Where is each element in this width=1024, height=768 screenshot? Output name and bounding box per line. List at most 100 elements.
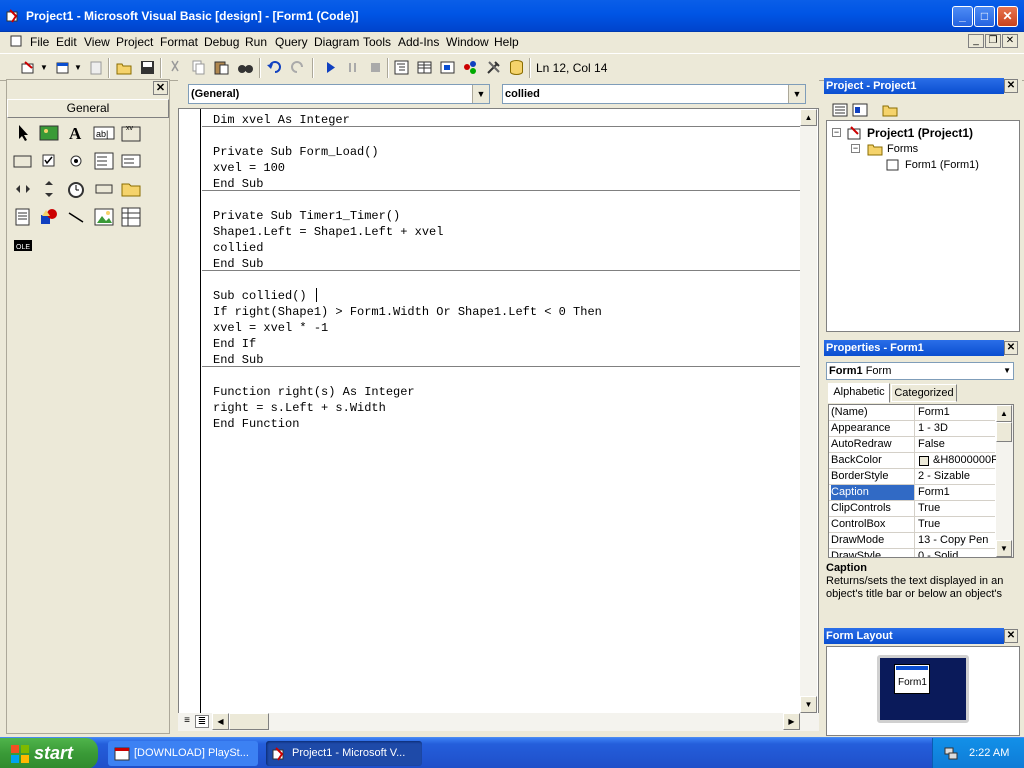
chevron-down-icon[interactable]: ▼ <box>1003 363 1011 379</box>
mdi-close-button[interactable]: ✕ <box>1002 34 1018 48</box>
scroll-up-button[interactable]: ▲ <box>800 109 817 126</box>
view-object-icon[interactable] <box>852 102 868 118</box>
property-row[interactable]: BorderStyle 2 - Sizable <box>829 469 995 485</box>
cut-icon[interactable] <box>167 59 184 76</box>
property-row-selected[interactable]: Caption Form1 <box>829 485 995 501</box>
property-value[interactable]: False <box>918 437 996 452</box>
form1-preview[interactable]: Form1 <box>894 664 930 694</box>
label-tool-icon[interactable]: A <box>65 122 87 144</box>
object-browser-icon[interactable] <box>462 59 479 76</box>
full-module-view-icon[interactable]: ≣ <box>195 715 209 728</box>
title-bar[interactable]: Project1 - Microsoft Visual Basic [desig… <box>0 0 1024 32</box>
menu-format[interactable]: Format <box>160 35 198 49</box>
mdi-restore-button[interactable]: ❐ <box>985 34 1001 48</box>
chevron-down-icon[interactable]: ▼ <box>40 63 48 72</box>
menu-diagram[interactable]: Diagram <box>314 35 359 49</box>
dirlistbox-tool-icon[interactable] <box>120 178 142 200</box>
chevron-down-icon[interactable]: ▼ <box>74 63 82 72</box>
copy-icon[interactable] <box>190 59 207 76</box>
collapse-icon[interactable]: − <box>851 144 860 153</box>
menu-edit[interactable]: Edit <box>56 35 77 49</box>
hscrollbar-tool-icon[interactable] <box>12 178 34 200</box>
checkbox-tool-icon[interactable] <box>38 150 60 172</box>
property-row[interactable]: DrawMode 13 - Copy Pen <box>829 533 995 549</box>
property-row[interactable]: Appearance 1 - 3D <box>829 421 995 437</box>
property-value[interactable]: Form1 <box>918 405 996 420</box>
menu-file[interactable]: File <box>30 35 49 49</box>
horizontal-scroll-thumb[interactable] <box>229 713 269 730</box>
property-scrollbar[interactable]: ▲ ▼ <box>996 405 1013 557</box>
menu-add-ins[interactable]: Add-Ins <box>398 35 439 49</box>
properties-window-icon[interactable] <box>416 59 433 76</box>
toggle-folders-icon[interactable] <box>882 102 898 118</box>
code-vertical-scrollbar[interactable]: ▲ ▼ <box>800 109 817 713</box>
code-text[interactable]: Dim xvel As Integer Private Sub Form_Loa… <box>213 112 602 432</box>
code-window-icon[interactable] <box>10 35 22 47</box>
undo-icon[interactable] <box>266 59 283 76</box>
property-row[interactable]: BackColor &H8000000F <box>829 453 998 469</box>
properties-panel-close-button[interactable]: ✕ <box>1004 341 1018 355</box>
taskbar-item-vb[interactable]: Project1 - Microsoft V... <box>266 741 422 766</box>
save-project-icon[interactable] <box>139 59 156 76</box>
procedure-view-icon[interactable]: ≡ <box>181 715 193 728</box>
chevron-down-icon[interactable]: ▼ <box>788 85 805 103</box>
toolbox-header[interactable] <box>7 80 169 98</box>
project-panel-title[interactable]: Project - Project1 <box>824 78 1004 94</box>
menu-help[interactable]: Help <box>494 35 519 49</box>
add-project-icon[interactable] <box>20 59 37 76</box>
procedure-combo[interactable]: collied ▼ <box>502 84 806 104</box>
toolbox-icon[interactable] <box>485 59 502 76</box>
project-tree[interactable]: − Project1 (Project1) − Forms Form1 (For… <box>826 120 1020 332</box>
scroll-down-button[interactable]: ▼ <box>996 540 1012 557</box>
toolbox-tab-general[interactable]: General <box>7 99 169 118</box>
picturebox-tool-icon[interactable] <box>38 122 60 144</box>
taskbar-item-download[interactable]: [DOWNLOAD] PlaySt... <box>108 741 258 766</box>
form-layout-panel-title[interactable]: Form Layout <box>824 628 1004 644</box>
menu-run[interactable]: Run <box>245 35 267 49</box>
property-row[interactable]: DrawStyle 0 - Solid <box>829 549 995 557</box>
drivelistbox-tool-icon[interactable] <box>93 178 115 200</box>
property-value[interactable]: 2 - Sizable <box>918 469 996 484</box>
data-view-icon[interactable] <box>508 59 525 76</box>
view-code-icon[interactable] <box>832 102 848 118</box>
menu-window[interactable]: Window <box>446 35 489 49</box>
start-run-icon[interactable] <box>322 59 339 76</box>
open-project-icon[interactable] <box>116 59 133 76</box>
menu-view[interactable]: View <box>84 35 110 49</box>
property-value[interactable]: Form1 <box>918 485 996 500</box>
collapse-icon[interactable]: − <box>832 128 841 137</box>
textbox-tool-icon[interactable]: ab| <box>93 122 115 144</box>
scroll-thumb[interactable] <box>996 422 1012 442</box>
shape-tool-icon[interactable] <box>38 206 60 228</box>
paste-icon[interactable] <box>213 59 230 76</box>
vb-app-icon[interactable] <box>6 8 22 24</box>
property-value[interactable]: True <box>918 501 996 516</box>
commandbutton-tool-icon[interactable] <box>12 150 34 172</box>
pointer-tool-icon[interactable] <box>12 122 34 144</box>
menu-tools[interactable]: Tools <box>363 35 391 49</box>
break-icon[interactable] <box>344 59 361 76</box>
filelistbox-tool-icon[interactable] <box>12 206 34 228</box>
form1-node[interactable]: Form1 (Form1) <box>905 159 979 171</box>
property-row[interactable]: AutoRedraw False <box>829 437 995 453</box>
property-row[interactable]: ControlBox True <box>829 517 995 533</box>
vscrollbar-tool-icon[interactable] <box>38 178 60 200</box>
property-row[interactable]: ClipControls True <box>829 501 995 517</box>
menu-editor-icon[interactable] <box>88 59 105 76</box>
line-tool-icon[interactable] <box>65 206 87 228</box>
frame-tool-icon[interactable]: xv <box>120 122 142 144</box>
redo-icon[interactable] <box>289 59 306 76</box>
network-icon[interactable] <box>943 745 959 761</box>
timer-tool-icon[interactable] <box>65 178 87 200</box>
minimize-button[interactable]: _ <box>952 6 973 27</box>
property-value[interactable]: 13 - Copy Pen <box>918 533 996 548</box>
ole-tool-icon[interactable]: OLE <box>12 234 34 256</box>
mdi-minimize-button[interactable]: _ <box>968 34 984 48</box>
maximize-button[interactable]: □ <box>974 6 995 27</box>
forms-folder-node[interactable]: Forms <box>887 143 918 155</box>
project-explorer-icon[interactable] <box>393 59 410 76</box>
add-form-icon[interactable] <box>54 59 71 76</box>
property-row[interactable]: (Name) Form1 <box>829 405 995 421</box>
menu-query[interactable]: Query <box>275 35 308 49</box>
toolbox-close-button[interactable]: ✕ <box>153 81 168 95</box>
